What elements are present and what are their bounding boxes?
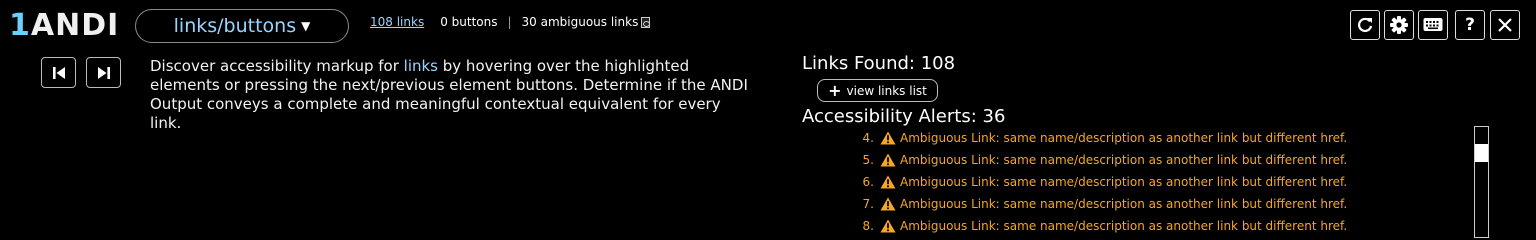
alert-number: 5.	[862, 153, 874, 167]
warning-icon	[880, 197, 896, 211]
refresh-button[interactable]	[1350, 10, 1380, 40]
caret-down-icon: ▼	[301, 19, 311, 33]
divider: |	[507, 15, 512, 29]
alert-list: 4. Ambiguous Link: same name/description…	[858, 127, 1348, 237]
close-button[interactable]	[1490, 10, 1520, 40]
settings-button[interactable]	[1384, 10, 1414, 40]
instructions-text-start: Discover accessibility markup for	[150, 57, 404, 75]
alert-number: 7.	[862, 197, 874, 211]
module-instructions: Discover accessibility markup for links …	[150, 57, 755, 133]
warning-icon	[880, 175, 896, 189]
next-element-icon	[97, 66, 110, 79]
logo-text: ANDI	[30, 8, 120, 43]
view-links-list-button[interactable]: + view links list	[817, 79, 938, 102]
previous-element-button[interactable]	[41, 57, 76, 88]
instructions-link-word: links	[403, 57, 438, 75]
warning-icon	[880, 131, 896, 145]
alert-number: 4.	[862, 131, 874, 145]
links-count-link[interactable]: 108 links	[370, 15, 424, 29]
buttons-count: 0 buttons	[440, 15, 498, 29]
alert-item[interactable]: 5. Ambiguous Link: same name/description…	[858, 149, 1348, 171]
alert-text: Ambiguous Link: same name/description as…	[900, 131, 1348, 145]
alert-number: 8.	[862, 219, 874, 233]
refresh-icon	[1358, 17, 1373, 33]
alert-item[interactable]: 7. Ambiguous Link: same name/description…	[858, 193, 1348, 215]
alert-text: Ambiguous Link: same name/description as…	[900, 175, 1348, 189]
accessibility-alerts-heading: Accessibility Alerts: 36	[802, 106, 1006, 127]
keyboard-button[interactable]	[1418, 10, 1448, 40]
scrollbar-thumb[interactable]	[1475, 144, 1488, 162]
alert-text: Ambiguous Link: same name/description as…	[900, 219, 1348, 233]
module-select-value: links/buttons	[173, 15, 297, 37]
next-element-button[interactable]	[86, 57, 121, 88]
andi-logo: 1ANDI	[9, 8, 119, 44]
gear-icon	[1390, 16, 1408, 34]
keyboard-icon	[1423, 18, 1443, 31]
warning-icon	[880, 153, 896, 167]
previous-element-icon	[52, 66, 65, 79]
module-select[interactable]: links/buttons ▼	[135, 9, 349, 43]
alert-item[interactable]: 4. Ambiguous Link: same name/description…	[858, 127, 1348, 149]
alert-number: 6.	[862, 175, 874, 189]
search-document-icon	[641, 16, 651, 28]
logo-number: 1	[9, 8, 31, 43]
ambiguous-count: 30 ambiguous links	[521, 15, 639, 29]
close-icon	[1498, 18, 1512, 32]
alert-list-scrollbar[interactable]	[1474, 126, 1489, 238]
alert-item[interactable]: 6. Ambiguous Link: same name/description…	[858, 171, 1348, 193]
alert-text: Ambiguous Link: same name/description as…	[900, 197, 1348, 211]
help-icon: ?	[1465, 15, 1475, 35]
warning-icon	[880, 219, 896, 233]
element-counts: 108 links 0 buttons | 30 ambiguous links	[370, 15, 651, 29]
alert-text: Ambiguous Link: same name/description as…	[900, 153, 1348, 167]
help-button[interactable]: ?	[1455, 10, 1485, 40]
plus-icon: +	[828, 80, 842, 100]
links-found-heading: Links Found: 108	[802, 53, 956, 74]
alert-item[interactable]: 8. Ambiguous Link: same name/description…	[858, 215, 1348, 237]
view-links-list-label: view links list	[846, 83, 927, 98]
